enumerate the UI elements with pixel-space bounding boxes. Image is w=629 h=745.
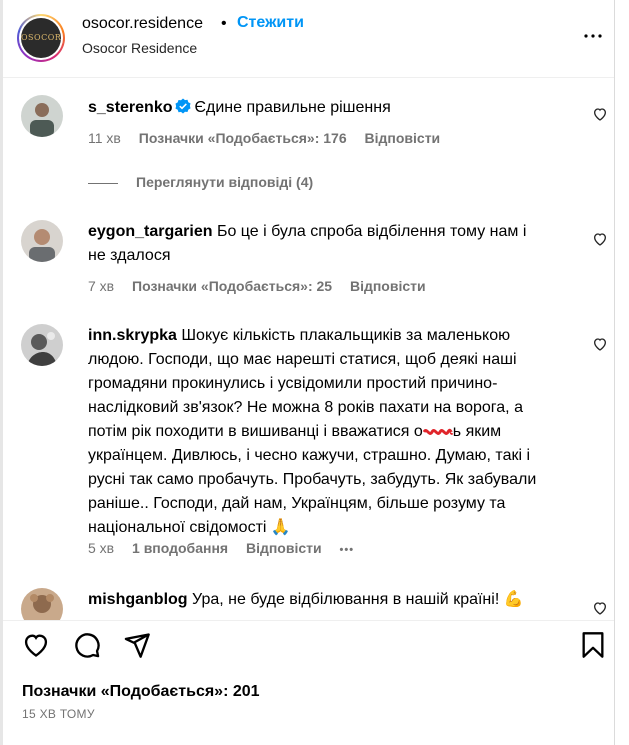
comment-text-line-tail: ь яким	[452, 423, 502, 440]
post-likes-count[interactable]: Позначки «Подобається»: 201	[22, 683, 260, 701]
comment-body: inn.skrypka Шокує кількість плакальщиків…	[88, 324, 536, 540]
post-header: OSOCOR osocor.residence • Стежити Osocor…	[3, 0, 614, 78]
comment-avatar[interactable]	[21, 95, 63, 137]
verified-badge-icon	[175, 98, 190, 114]
save-bookmark-icon[interactable]	[579, 631, 607, 659]
comment-meta: 11 хв Позначки «Подобається»: 176 Відпов…	[88, 130, 454, 146]
view-replies-label: Переглянути відповіді (4)	[136, 174, 314, 190]
comment-text-line: Бо це і була спроба відбілення тому нам …	[216, 223, 527, 240]
comment-username[interactable]: mishganblog	[88, 591, 188, 608]
comment-text-line: людою. Господи, що має нарешті статися, …	[88, 351, 517, 368]
comment-meta: 7 хв Позначки «Подобається»: 25 Відповіс…	[88, 278, 440, 294]
comment: mishganblog Ура, не буде відбілювання в …	[3, 586, 614, 620]
comment-body: eygon_targarien Бо це і була спроба відб…	[88, 220, 526, 268]
like-comment-heart-icon[interactable]	[592, 600, 608, 616]
post-action-bar: Позначки «Подобається»: 201 15 ХВ ТОМУ	[3, 620, 614, 745]
comment-text-line: наслідковий зв'язок? Не можна 8 років па…	[88, 399, 523, 416]
account-logo: OSOCOR	[21, 18, 61, 58]
comment-bubble-icon[interactable]	[73, 631, 101, 659]
comment: inn.skrypka Шокує кількість плакальщиків…	[3, 322, 614, 562]
comment-likes[interactable]: Позначки «Подобається»: 176	[139, 130, 347, 146]
comment: s_sterenko Єдине правильне рішення 11 хв …	[3, 92, 614, 152]
account-subtitle[interactable]: Osocor Residence	[82, 40, 197, 56]
view-replies-button[interactable]: Переглянути відповіді (4)	[88, 174, 313, 190]
comment-text-line: не здалося	[88, 247, 171, 264]
like-heart-icon[interactable]	[22, 631, 50, 659]
replies-divider	[88, 182, 118, 184]
account-username[interactable]: osocor.residence	[82, 15, 203, 33]
comment-text-line: раніше.. Господи, дай нам, Українцям, бі…	[88, 495, 506, 512]
comment-username[interactable]: eygon_targarien	[88, 223, 212, 240]
comment-text-line: громадяни прокинулись і усвідомили прост…	[88, 375, 498, 392]
like-comment-heart-icon[interactable]	[592, 336, 608, 352]
comment-avatar[interactable]	[21, 324, 63, 366]
comment-likes[interactable]: Позначки «Подобається»: 25	[132, 278, 332, 294]
comment-text-line: Шокує кількість плакальщиків за маленько…	[181, 327, 511, 344]
account-avatar[interactable]: OSOCOR	[17, 14, 65, 62]
separator-dot: •	[221, 15, 227, 32]
comment-time[interactable]: 7 хв	[88, 278, 114, 294]
like-comment-heart-icon[interactable]	[592, 231, 608, 247]
comment-meta: 5 хв 1 вподобання Відповісти •••	[88, 540, 368, 556]
comment-username[interactable]: s_sterenko	[88, 99, 173, 116]
reply-button[interactable]: Відповісти	[365, 130, 441, 146]
reply-button[interactable]: Відповісти	[246, 540, 322, 556]
comment-avatar[interactable]	[21, 220, 63, 262]
comment: eygon_targarien Бо це і була спроба відб…	[3, 218, 614, 298]
post-timestamp[interactable]: 15 ХВ ТОМУ	[22, 707, 95, 721]
comment-time[interactable]: 5 хв	[88, 540, 114, 556]
comment-body: s_sterenko Єдине правильне рішення	[88, 96, 391, 120]
comment-likes[interactable]: 1 вподобання	[132, 540, 228, 556]
comment-text-line: русні так само пробачуть. Пробачуть, заб…	[88, 471, 537, 488]
comment-text-line: українцем. Дивлюсь, і чесно кажучи, стра…	[88, 447, 531, 464]
scrollbar-track[interactable]	[614, 0, 629, 745]
comment-avatar[interactable]	[21, 588, 63, 620]
comment-text: Єдине правильне рішення	[194, 99, 391, 116]
comment-body: mishganblog Ура, не буде відбілювання в …	[88, 588, 524, 612]
comment-more-options[interactable]: •••	[340, 544, 355, 556]
comment-time[interactable]: 11 хв	[88, 130, 121, 146]
reply-button[interactable]: Відповісти	[350, 278, 426, 294]
redaction-scribble	[422, 428, 453, 435]
follow-button[interactable]: Стежити	[237, 14, 304, 32]
comment-text-line: національної свідомості 🙏	[88, 519, 291, 536]
more-options-icon[interactable]	[581, 24, 605, 48]
comment-text-line: потім рік походити в вишиванці і вважати…	[88, 423, 423, 440]
comment-username[interactable]: inn.skrypka	[88, 327, 177, 344]
comment-text: Ура, не буде відбілювання в нашій країні…	[192, 591, 524, 608]
share-send-icon[interactable]	[123, 631, 151, 659]
like-comment-heart-icon[interactable]	[592, 106, 608, 122]
